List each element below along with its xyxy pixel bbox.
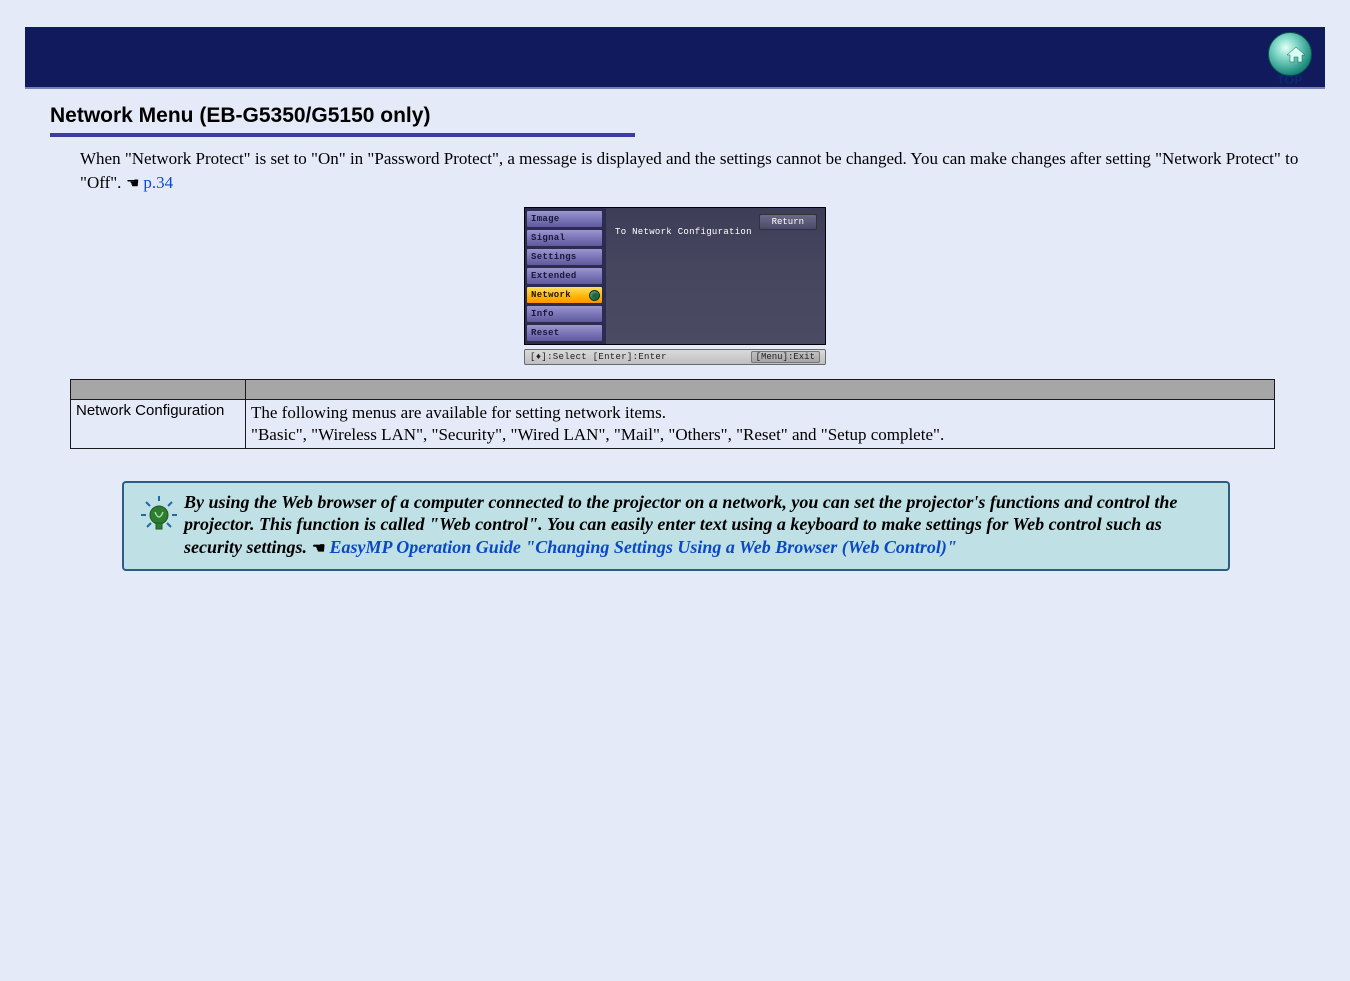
projector-tab-image: Image [527,211,602,227]
projector-tab-network: Network [527,287,602,303]
section-title: Network Menu (EB-G5350/G5150 only) [50,104,1300,128]
top-header: TOP [25,27,1325,89]
table-header-col2 [246,379,1275,399]
table-cell-name: Network Configuration [71,399,246,448]
projector-return-button: Return [759,214,817,230]
pointer-hand-icon: ☛ [126,174,139,195]
intro-paragraph: When "Network Protect" is set to "On" in… [80,147,1300,195]
projector-tab-settings: Settings [527,249,602,265]
top-home-label: TOP [1263,73,1317,87]
house-icon [1286,47,1306,63]
page-link-p34[interactable]: p.34 [143,173,173,192]
projector-footer-right: [Menu]:Exit [751,351,820,363]
projector-tab-reset: Reset [527,325,602,341]
projector-menu-body: Image Signal Settings Extended Network I… [524,207,826,345]
tip-text: By using the Web browser of a computer c… [184,491,1216,559]
table-header-col1 [71,379,246,399]
pointer-hand-icon: ☛ [312,540,325,559]
table-header-row [71,379,1275,399]
projector-footer: [♦]:Select [Enter]:Enter [Menu]:Exit [524,349,826,365]
tip-link[interactable]: EasyMP Operation Guide "Changing Setting… [329,537,956,557]
home-icon [1268,32,1312,76]
table-row: Network Configuration The following menu… [71,399,1275,448]
projector-tab-info: Info [527,306,602,322]
table-cell-desc-line2: "Basic", "Wireless LAN", "Security", "Wi… [251,425,944,444]
intro-text: When "Network Protect" is set to "On" in… [80,149,1298,192]
projector-tab-extended: Extended [527,268,602,284]
projector-left-tabs: Image Signal Settings Extended Network I… [525,208,604,344]
projector-footer-left: [♦]:Select [Enter]:Enter [530,352,667,362]
content-area: Network Menu (EB-G5350/G5150 only) When … [0,89,1350,571]
lightbulb-icon [134,491,184,559]
top-home-button[interactable]: TOP [1263,30,1317,84]
projector-right-panel: Return To Network Configuration [604,208,825,344]
tip-box: By using the Web browser of a computer c… [122,481,1230,571]
projector-tab-signal: Signal [527,230,602,246]
projector-menu-screenshot: Image Signal Settings Extended Network I… [524,207,826,365]
table-cell-desc-line1: The following menus are available for se… [251,403,666,422]
section-underline [50,133,635,137]
network-table: Network Configuration The following menu… [70,379,1275,449]
table-cell-desc: The following menus are available for se… [246,399,1275,448]
